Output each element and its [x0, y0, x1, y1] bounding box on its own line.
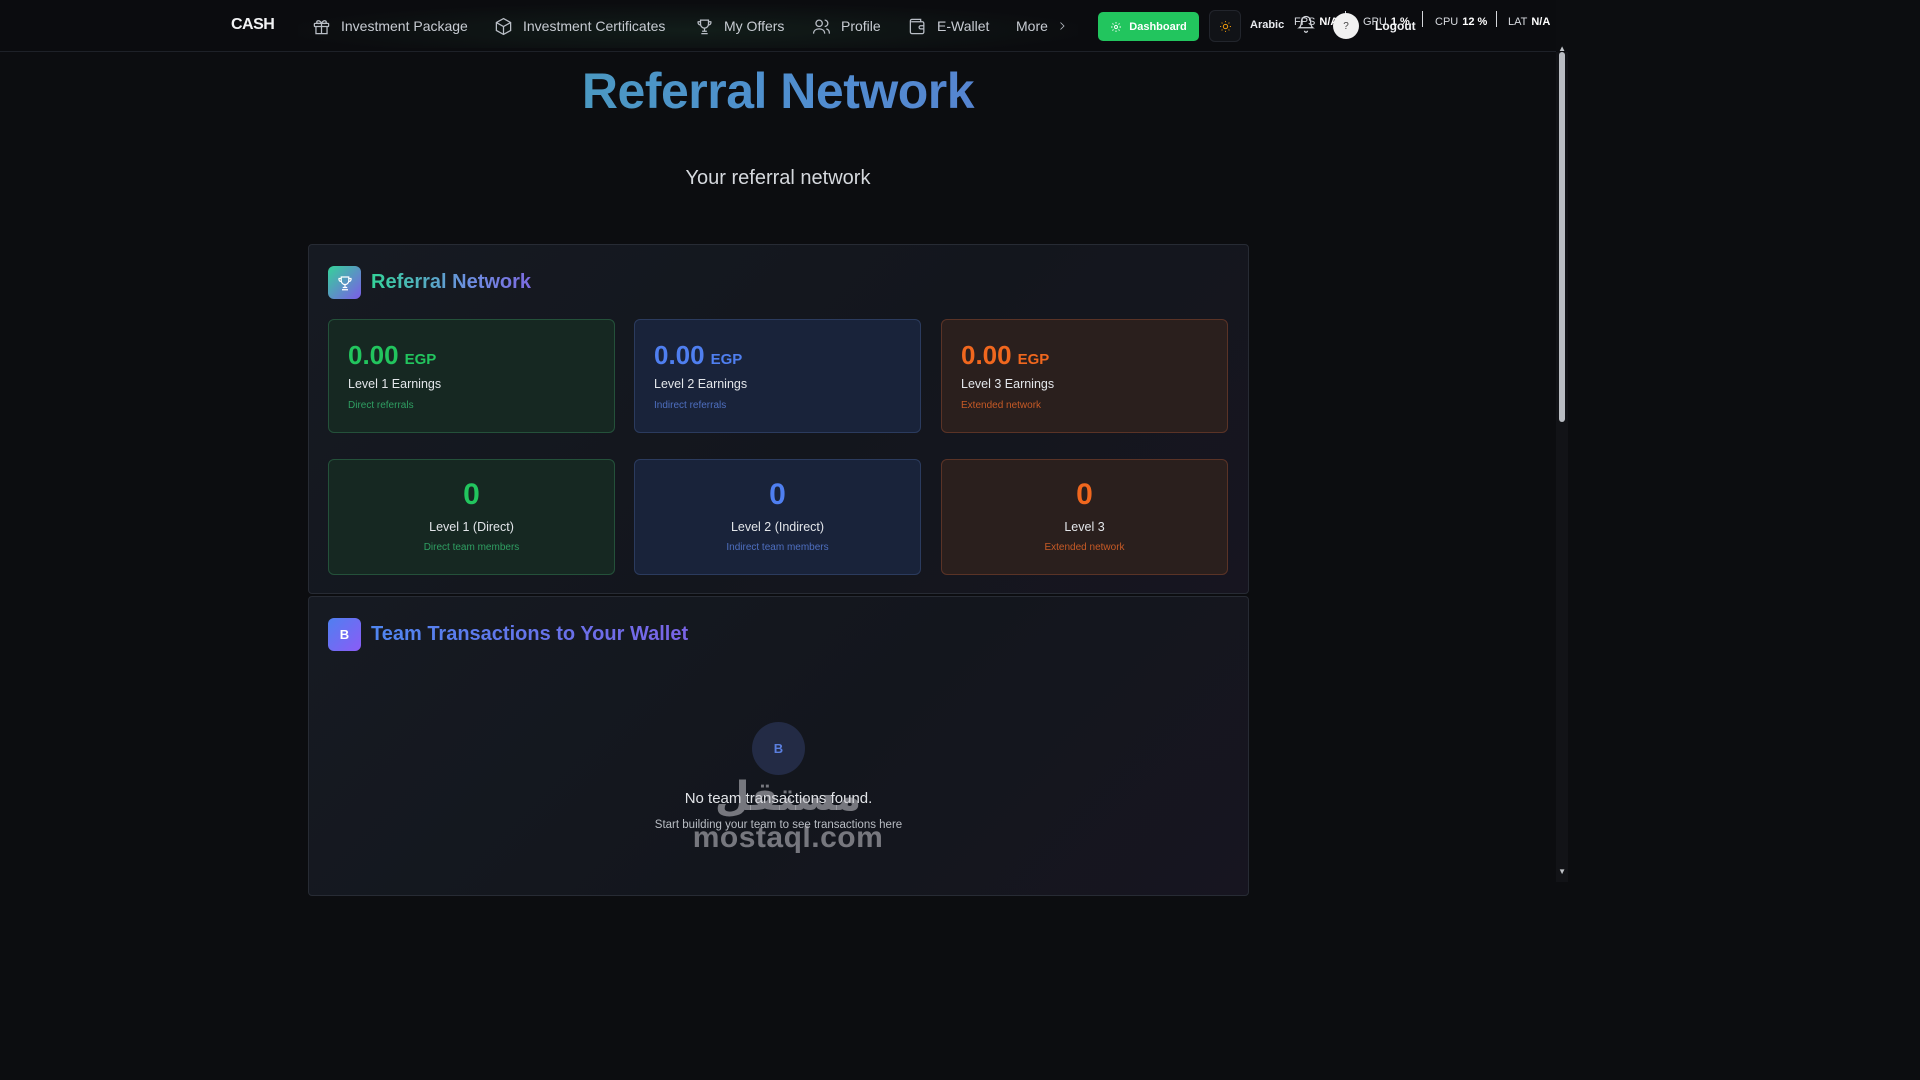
- latency-readout: LAT N/A: [1508, 16, 1550, 28]
- scrollbar-thumb[interactable]: [1559, 52, 1565, 422]
- nav-my-offers[interactable]: My Offers: [695, 14, 784, 38]
- scroll-up-arrow-icon[interactable]: ▲: [1558, 44, 1566, 53]
- latency-label: LAT: [1508, 16, 1528, 28]
- nav-label: More: [1016, 18, 1048, 34]
- panel-header: Referral Network: [328, 266, 531, 299]
- page-title: Referral Network: [0, 62, 1556, 120]
- theme-toggle-button[interactable]: [1209, 10, 1241, 42]
- language-switch[interactable]: Arabic: [1250, 19, 1284, 31]
- gift-icon: [313, 19, 330, 34]
- wallet-icon: [909, 18, 925, 34]
- member-count: 0: [1076, 478, 1093, 511]
- bell-icon: [1297, 15, 1315, 33]
- member-count: 0: [463, 478, 480, 511]
- watermark-arabic: مستقل: [714, 774, 862, 820]
- member-count-label: Level 2 (Indirect): [730, 520, 825, 534]
- earnings-label: Level 2 Earnings: [654, 377, 748, 391]
- cpu-value: 12 %: [1462, 16, 1488, 28]
- nav-profile[interactable]: Profile: [812, 14, 881, 38]
- earnings-value: 0.00: [654, 340, 705, 370]
- nav-label: Profile: [841, 18, 881, 34]
- sun-icon: [1219, 20, 1231, 32]
- gear-icon: [1111, 21, 1122, 32]
- chevron-right-icon: [1060, 22, 1065, 30]
- nav-investment-certificates[interactable]: Investment Certificates: [494, 14, 665, 38]
- member-count-label: Level 3: [1064, 520, 1105, 534]
- level-3-earnings-card: 0.00 EGP Level 3 Earnings Extended netwo…: [941, 319, 1228, 433]
- currency-label: EGP: [1017, 351, 1050, 368]
- earnings-value: 0.00: [961, 340, 1012, 370]
- level-1-earnings-card: 0.00 EGP Level 1 Earnings Direct referra…: [328, 319, 615, 433]
- earnings-amount: 0.00 EGP: [348, 340, 436, 371]
- referral-network-panel: Referral Network 0.00 EGP Level 1 Earnin…: [308, 244, 1249, 594]
- member-count-subtitle: Direct team members: [423, 542, 520, 553]
- member-count-subtitle: Indirect team members: [726, 542, 829, 553]
- logout-button[interactable]: Logout: [1375, 19, 1416, 33]
- earnings-value: 0.00: [348, 340, 399, 370]
- trophy-icon: [697, 19, 712, 34]
- earnings-subtitle: Extended network: [961, 400, 1042, 411]
- member-count-label: Level 1 (Direct): [429, 520, 514, 534]
- users-icon: [812, 19, 831, 34]
- member-count: 0: [769, 478, 786, 511]
- earnings-subtitle: Direct referrals: [348, 400, 414, 411]
- nav-label: E-Wallet: [937, 18, 990, 34]
- earnings-label: Level 3 Earnings: [961, 377, 1055, 391]
- panel-title: Referral Network: [371, 271, 532, 293]
- level-2-members-card: 0 Level 2 (Indirect) Indirect team membe…: [634, 459, 921, 575]
- page-subtitle: Your referral network: [685, 167, 871, 189]
- nav-e-wallet[interactable]: E-Wallet: [908, 14, 989, 38]
- nav-label: Investment Certificates: [523, 18, 666, 34]
- member-count-subtitle: Extended network: [1044, 542, 1125, 553]
- perf-divider: [1422, 11, 1423, 27]
- dashboard-label: Dashboard: [1129, 20, 1187, 33]
- nav-investment-package[interactable]: Investment Package: [312, 14, 468, 38]
- page-scrollbar[interactable]: [1556, 52, 1568, 882]
- currency-label: EGP: [710, 351, 743, 368]
- top-navbar: CASH Investment Package Investment Certi…: [0, 0, 1556, 52]
- watermark-latin: mostaql.com: [692, 821, 884, 854]
- trophy-icon: [328, 266, 361, 299]
- app-logo[interactable]: CASH: [231, 16, 275, 34]
- level-1-members-card: 0 Level 1 (Direct) Direct team members: [328, 459, 615, 575]
- earnings-subtitle: Indirect referrals: [654, 400, 727, 411]
- bitcoin-icon: B: [752, 722, 805, 775]
- earnings-label: Level 1 Earnings: [348, 377, 442, 391]
- currency-label: EGP: [404, 351, 437, 368]
- panel-title: Team Transactions to Your Wallet: [371, 623, 689, 645]
- perf-divider: [1496, 11, 1497, 27]
- notifications-button[interactable]: [1297, 15, 1317, 35]
- scroll-down-arrow-icon[interactable]: ▼: [1558, 867, 1566, 876]
- earnings-amount: 0.00 EGP: [961, 340, 1049, 371]
- latency-value: N/A: [1531, 16, 1551, 28]
- nav-more[interactable]: More: [1016, 14, 1068, 38]
- watermark-logo: مستقل mostaql.com: [688, 772, 888, 854]
- panel-header: B Team Transactions to Your Wallet: [328, 618, 688, 651]
- bitcoin-icon: B: [328, 618, 361, 651]
- dashboard-button[interactable]: Dashboard: [1098, 12, 1199, 41]
- level-3-members-card: 0 Level 3 Extended network: [941, 459, 1228, 575]
- box-icon: [495, 17, 512, 35]
- level-2-earnings-card: 0.00 EGP Level 2 Earnings Indirect refer…: [634, 319, 921, 433]
- user-avatar[interactable]: ?: [1333, 13, 1359, 39]
- cpu-label: CPU: [1435, 16, 1459, 28]
- earnings-amount: 0.00 EGP: [654, 340, 742, 371]
- nav-label: Investment Package: [341, 18, 468, 34]
- cpu-readout: CPU 12 %: [1435, 16, 1487, 28]
- nav-label: My Offers: [724, 18, 785, 34]
